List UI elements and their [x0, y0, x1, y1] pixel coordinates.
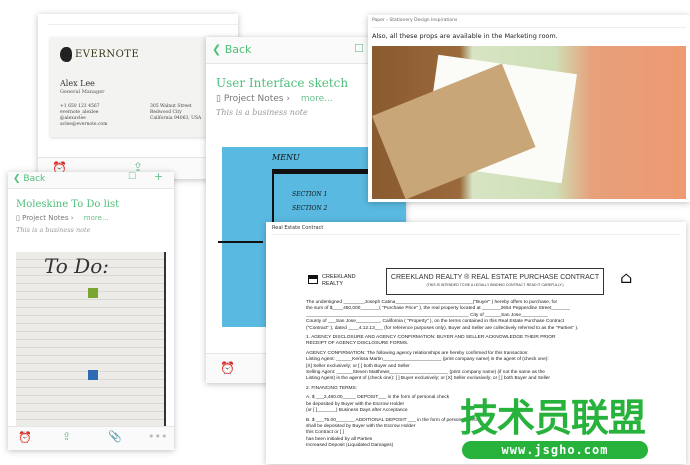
- contract-line: Listing Agent) is the agent of (check on…: [306, 376, 550, 382]
- breadcrumb[interactable]: Paper › Stationery Design Inspirations: [372, 18, 457, 23]
- contract-line: RECEIPT OF AGENCY DISCLOSURE FORMS.: [306, 341, 409, 347]
- watermark-text: 技术员联盟: [460, 396, 646, 440]
- more-options-icon[interactable]: •••: [148, 430, 167, 443]
- todo-note: ❮ Back ☐ + Moleskine To Do list ▯ Projec…: [8, 172, 174, 450]
- back-button[interactable]: ❮ Back: [13, 174, 45, 184]
- reminder-alarm-icon[interactable]: ⏰: [220, 361, 235, 375]
- contract-subheading: (THIS IS INTENDED TO BE A LEGALLY BINDIN…: [426, 283, 564, 287]
- company-logo-text: CREEKLAND REALTY: [322, 274, 356, 287]
- sketch-label: SECTION 2: [292, 205, 328, 212]
- share-icon[interactable]: ⇪: [62, 430, 71, 443]
- equal-housing-icon: ⌂: [620, 268, 633, 287]
- sketch-label: MENU: [272, 153, 300, 162]
- note-subtitle: This is a business note: [216, 108, 308, 117]
- todo-heading: To Do:: [44, 254, 109, 278]
- card-address-line: California 94063, USA: [150, 116, 202, 121]
- edit-icon[interactable]: ☐: [128, 172, 136, 182]
- contract-line: the sum of $____450,000_______( "Purchas…: [306, 306, 570, 312]
- brand-logo: EVERNOTE: [75, 49, 140, 60]
- card-role: General Manager: [60, 89, 105, 95]
- back-label: Back: [224, 43, 252, 56]
- stationery-photo: [372, 46, 686, 200]
- elephant-logo-icon: [60, 47, 72, 62]
- creekland-logo-icon: [308, 275, 318, 284]
- more-link[interactable]: more...: [84, 214, 109, 222]
- back-button[interactable]: ❮ Back: [212, 43, 251, 56]
- contract-heading-box: CREEKLAND REALTY ® REAL ESTATE PURCHASE …: [386, 268, 604, 295]
- notebook-link[interactable]: Project Notes: [224, 94, 284, 104]
- contract-line: ("Contract" ), dated ____4.12.13___ (for…: [306, 325, 579, 331]
- contract-line: 2. FINANCING TERMS:: [306, 385, 358, 391]
- notebook-link[interactable]: Project Notes: [22, 214, 68, 222]
- watermark-url: www.jsgho.com: [462, 441, 648, 459]
- paper-note: Paper › Stationery Design Inspirations A…: [368, 15, 690, 202]
- note-header: ❮ Back ☐ +: [8, 172, 174, 189]
- note-title: Moleskine To Do list: [16, 199, 120, 210]
- card-email: aclee@evernote.com: [60, 122, 108, 127]
- note-caption: Also, all these props are available in t…: [372, 32, 558, 40]
- window-title: Real Estate Contract: [272, 225, 324, 231]
- notebook-icon: ▯: [216, 94, 221, 104]
- card-name: Alex Lee: [60, 79, 95, 88]
- more-link[interactable]: more...: [301, 94, 333, 104]
- sketch-label: SECTION 1: [292, 191, 328, 198]
- note-title: User Interface sketch: [216, 76, 349, 90]
- add-icon[interactable]: +: [154, 172, 163, 183]
- contract-line: Listing Agent: ______Kerissa Martin_____…: [306, 357, 549, 363]
- note-meta: ▯ Project Notes › more...: [216, 94, 333, 104]
- edit-icon[interactable]: ☐: [354, 42, 364, 55]
- contract-heading: CREEKLAND REALTY ® REAL ESTATE PURCHASE …: [390, 274, 600, 281]
- note-meta: ▯ Project Notes › more...: [16, 214, 109, 222]
- todo-image: To Do:: [16, 252, 166, 427]
- chevron-left-icon: ❮: [13, 174, 21, 184]
- reminder-alarm-icon[interactable]: ⏰: [18, 431, 32, 444]
- chevron-left-icon: ❮: [212, 43, 222, 56]
- contract-line: County of ___San Jose_________, Californ…: [306, 319, 565, 325]
- note-subtitle: This is a business note: [16, 226, 91, 234]
- attachment-icon[interactable]: 📎: [108, 430, 122, 443]
- notebook-icon: ▯: [16, 214, 20, 222]
- back-label: Back: [23, 174, 46, 184]
